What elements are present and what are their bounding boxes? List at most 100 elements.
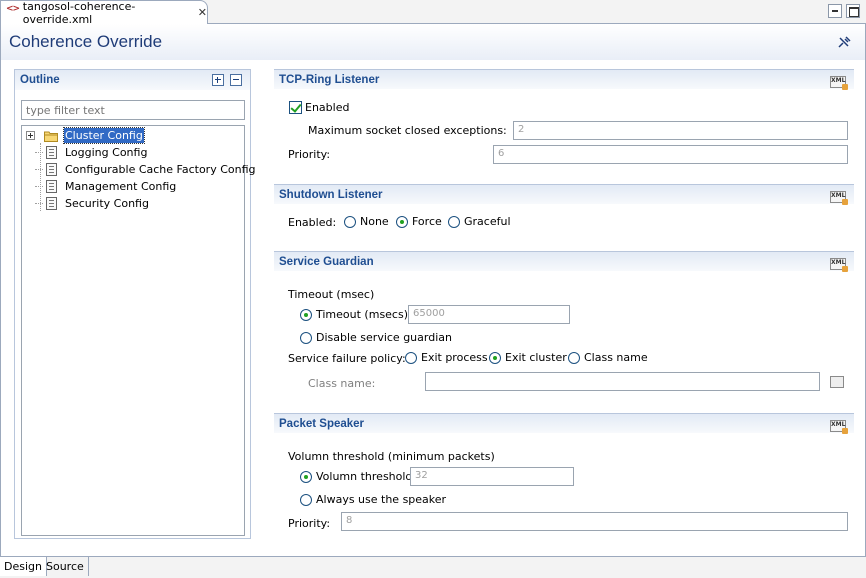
section-title: TCP-Ring Listener	[279, 73, 380, 86]
tree-item-label: Logging Config	[65, 146, 148, 159]
radio-class-name[interactable]: Class name	[568, 351, 648, 364]
outline-panel: Outline Cluster Config Logging Config	[14, 69, 256, 539]
radio-label: Force	[412, 215, 442, 228]
xml-file-icon	[6, 4, 19, 18]
class-name-label: Class name:	[308, 377, 376, 390]
tree-item-cluster-config[interactable]: Cluster Config	[22, 127, 244, 144]
radio-label: Exit cluster	[505, 351, 567, 364]
radio-graceful[interactable]: Graceful	[448, 215, 511, 228]
window-controls	[828, 4, 860, 18]
folder-icon	[44, 131, 58, 142]
radio-button[interactable]	[489, 351, 501, 364]
radio-timeout[interactable]: Timeout (msecs):	[300, 308, 412, 321]
enabled-checkbox[interactable]	[289, 101, 302, 114]
service-guardian-section: Service Guardian XML Timeout (msec) Time…	[274, 251, 854, 391]
packet-speaker-header: Packet Speaker XML	[274, 413, 854, 434]
radio-label: Disable service guardian	[316, 331, 452, 344]
tree-item-logging-config[interactable]: Logging Config	[22, 144, 244, 161]
radio-label: Graceful	[464, 215, 511, 228]
radio-button[interactable]	[396, 215, 408, 228]
tcp-ring-section: TCP-Ring Listener XML Enabled Maximum so…	[274, 69, 854, 179]
radio-exit-process[interactable]: Exit process	[405, 351, 488, 364]
radio-force[interactable]: Force	[396, 215, 442, 228]
tree-item-label: Security Config	[65, 197, 149, 210]
max-socket-input[interactable]: 2	[513, 121, 848, 140]
tree-item-label: Cluster Config	[63, 127, 145, 144]
tree-item-label: Management Config	[65, 180, 177, 193]
tree-item-management-config[interactable]: Management Config	[22, 178, 244, 195]
policy-label: Service failure policy:	[288, 352, 406, 365]
expand-all-icon[interactable]	[212, 74, 224, 86]
document-icon	[46, 197, 57, 210]
radio-button[interactable]	[300, 470, 312, 483]
document-icon	[46, 163, 57, 176]
radio-disable-guardian[interactable]: Disable service guardian	[300, 331, 452, 344]
class-name-input[interactable]	[425, 372, 820, 391]
pin-icon[interactable]	[837, 36, 851, 50]
radio-button[interactable]	[405, 351, 417, 364]
threshold-input[interactable]: 32	[410, 467, 574, 486]
tcp-ring-header: TCP-Ring Listener XML	[274, 69, 854, 90]
radio-label: Class name	[584, 351, 648, 364]
speaker-priority-input[interactable]: 8	[341, 512, 848, 531]
section-title: Service Guardian	[279, 255, 374, 268]
shutdown-enabled-label: Enabled:	[288, 216, 337, 229]
tab-source[interactable]: Source	[42, 557, 89, 576]
collapse-all-icon[interactable]	[230, 74, 242, 86]
radio-label: Always use the speaker	[316, 493, 447, 506]
radio-button[interactable]	[300, 308, 312, 321]
enabled-label: Enabled	[305, 101, 350, 114]
xml-source-icon[interactable]: XML	[830, 420, 848, 434]
radio-volumn-threshold[interactable]: Volumn threshold:	[300, 470, 416, 483]
speaker-priority-label: Priority:	[288, 517, 331, 530]
page-title: Coherence Override	[9, 32, 163, 51]
editor-tab[interactable]: tangosol-coherence-override.xml ✕	[0, 0, 208, 26]
threshold-group-label: Volumn threshold (minimum packets)	[288, 450, 495, 463]
radio-label: None	[360, 215, 389, 228]
radio-always-speaker[interactable]: Always use the speaker	[300, 493, 446, 506]
editor-area: Coherence Override Outline Cluster Confi…	[0, 24, 866, 556]
minimize-button[interactable]	[828, 4, 842, 18]
browse-class-icon[interactable]	[830, 376, 844, 388]
xml-source-icon[interactable]: XML	[830, 258, 848, 272]
radio-label: Volumn threshold:	[316, 470, 417, 483]
radio-none[interactable]: None	[344, 215, 389, 228]
radio-label: Timeout (msecs):	[316, 308, 412, 321]
close-icon[interactable]: ✕	[198, 6, 207, 19]
bottom-tab-bar: Design Source	[0, 556, 866, 578]
tree-item-security-config[interactable]: Security Config	[22, 195, 244, 212]
radio-button[interactable]	[568, 351, 580, 364]
outline-header: Outline	[15, 70, 250, 90]
outline-title: Outline	[20, 74, 60, 86]
timeout-input[interactable]: 65000	[408, 305, 570, 324]
max-socket-label: Maximum socket closed exceptions:	[308, 124, 507, 137]
timeout-group-label: Timeout (msec)	[288, 288, 375, 301]
form-header: Coherence Override	[1, 24, 865, 60]
shutdown-header: Shutdown Listener XML	[274, 184, 854, 205]
maximize-button[interactable]	[846, 4, 860, 18]
tree-item-cache-factory-config[interactable]: Configurable Cache Factory Config	[22, 161, 256, 178]
editor-tab-bar: tangosol-coherence-override.xml ✕	[0, 0, 866, 26]
priority-label: Priority:	[288, 148, 331, 161]
expand-icon[interactable]	[26, 131, 35, 140]
priority-input[interactable]: 6	[493, 145, 848, 164]
tree-item-label: Configurable Cache Factory Config	[65, 163, 256, 176]
document-icon	[46, 180, 57, 193]
packet-speaker-section: Packet Speaker XML Volumn threshold (min…	[274, 413, 854, 538]
shutdown-section: Shutdown Listener XML Enabled: None Forc…	[274, 184, 854, 244]
radio-exit-cluster[interactable]: Exit cluster	[489, 351, 567, 364]
xml-source-icon[interactable]: XML	[830, 191, 848, 205]
filter-input[interactable]	[21, 100, 245, 120]
service-guardian-header: Service Guardian XML	[274, 251, 854, 272]
radio-button[interactable]	[300, 493, 312, 506]
radio-button[interactable]	[300, 331, 312, 344]
xml-source-icon[interactable]: XML	[830, 76, 848, 90]
document-icon	[46, 146, 57, 159]
radio-button[interactable]	[344, 215, 356, 228]
radio-label: Exit process	[421, 351, 488, 364]
outline-tree: Cluster Config Logging Config Configurab…	[21, 125, 256, 536]
editor-tab-label: tangosol-coherence-override.xml	[22, 0, 136, 26]
section-title: Packet Speaker	[279, 417, 365, 430]
tab-design[interactable]: Design	[0, 557, 47, 576]
radio-button[interactable]	[448, 215, 460, 228]
